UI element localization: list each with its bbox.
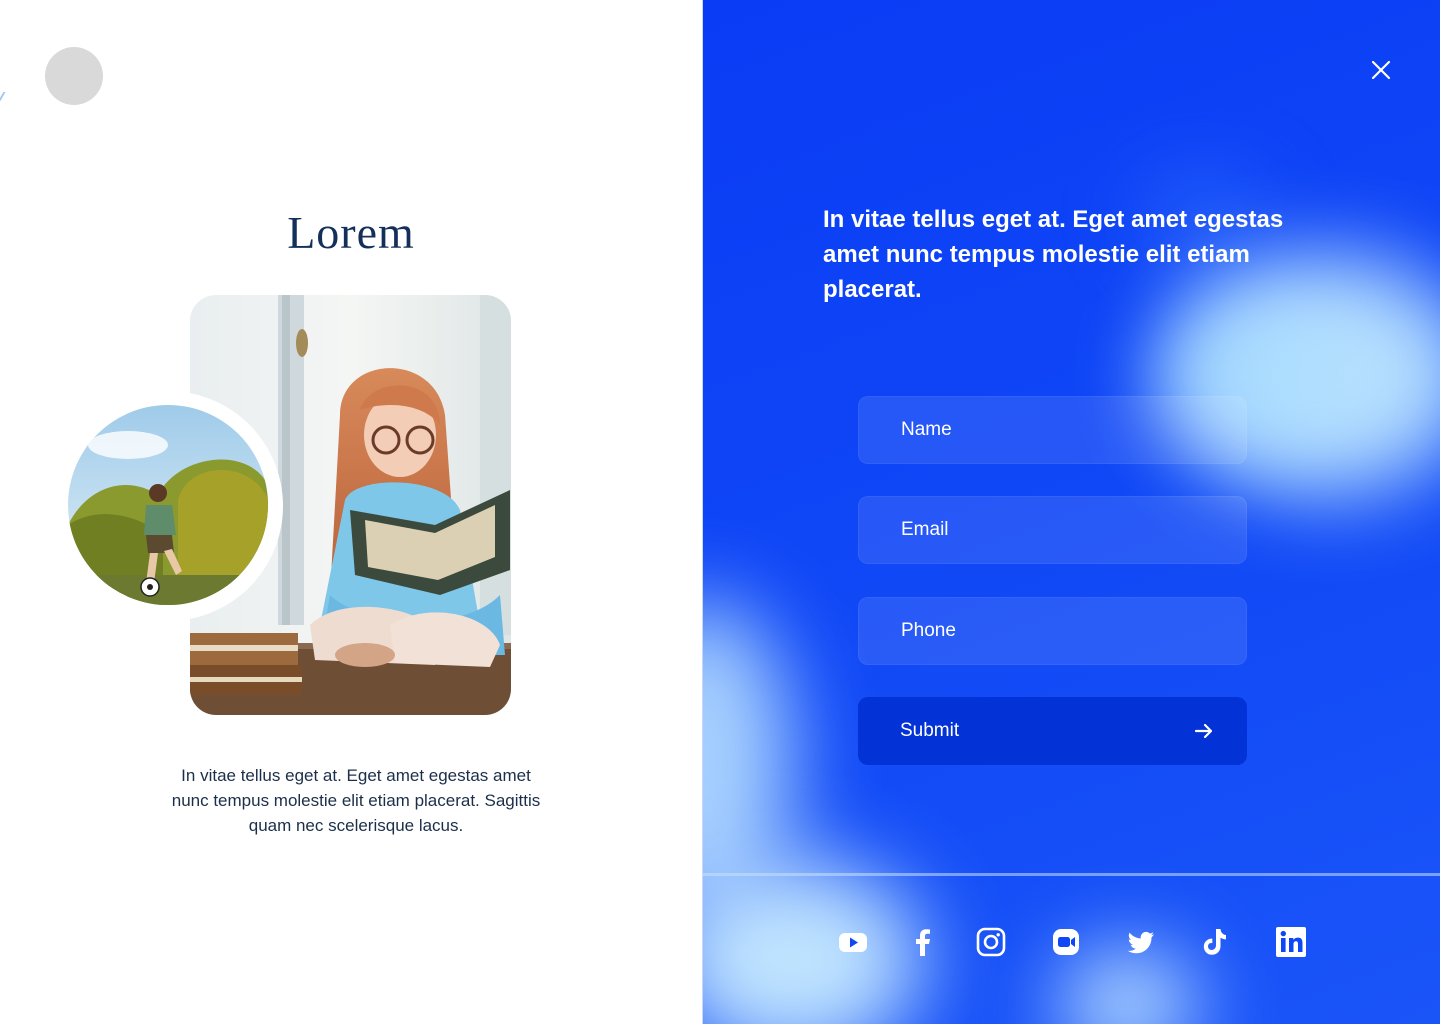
submit-label: Submit <box>900 720 960 741</box>
right-panel: In vitae tellus eget at. Eget amet egest… <box>702 0 1440 1024</box>
boy-football-photo <box>68 405 268 605</box>
phone-field-wrap <box>858 597 1247 665</box>
decorative-mark <box>0 92 10 104</box>
intro-text: In vitae tellus eget at. Eget amet egest… <box>171 766 541 835</box>
zoom-icon[interactable] <box>1049 925 1083 959</box>
social-links <box>836 925 1316 961</box>
phone-field[interactable] <box>859 598 1246 664</box>
left-panel: Lorem In vitae tellus eget at. Eget amet… <box>0 0 702 1024</box>
brand-title: Lorem <box>287 207 415 258</box>
email-field[interactable] <box>859 497 1246 563</box>
name-field[interactable] <box>859 397 1246 463</box>
tiktok-icon[interactable] <box>1197 925 1231 959</box>
logo-placeholder[interactable] <box>45 47 103 105</box>
linkedin-icon[interactable] <box>1274 925 1308 959</box>
close-icon[interactable] <box>1367 56 1395 84</box>
arrow-right-icon <box>1194 722 1214 740</box>
email-field-wrap <box>858 496 1247 564</box>
submit-button[interactable]: Submit <box>858 697 1247 765</box>
instagram-icon[interactable] <box>974 925 1008 959</box>
facebook-icon[interactable] <box>906 925 940 959</box>
footer-divider <box>703 873 1440 876</box>
youtube-icon[interactable] <box>836 925 870 959</box>
name-field-wrap <box>858 396 1247 464</box>
form-heading: In vitae tellus eget at. Eget amet egest… <box>823 206 1284 303</box>
decorative-blob <box>1058 950 1198 1024</box>
twitter-icon[interactable] <box>1124 925 1158 959</box>
